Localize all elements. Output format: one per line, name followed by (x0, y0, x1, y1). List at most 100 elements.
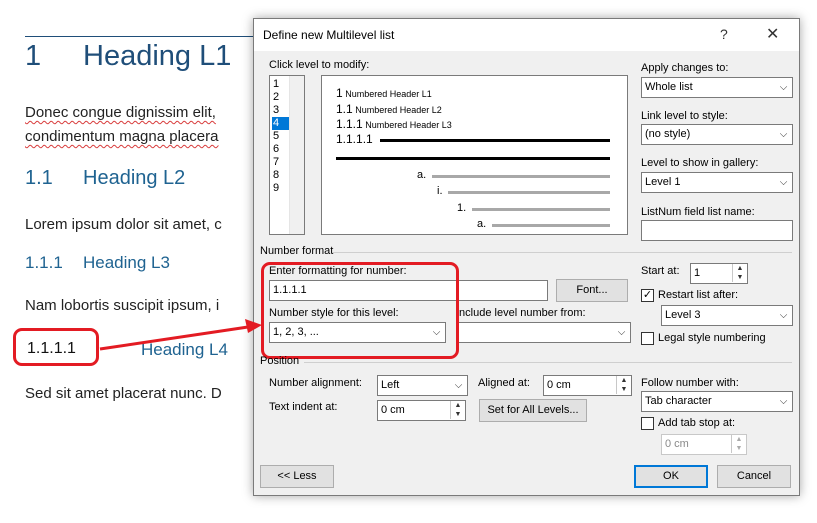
heading-rule (25, 36, 265, 37)
heading-l2-number: 1.1 (25, 167, 53, 189)
preview-line-i1 (448, 191, 610, 194)
click-level-label: Click level to modify: (269, 59, 370, 71)
add-tab-stop-checkbox[interactable] (641, 417, 654, 430)
preview-sub-i2: i. (497, 234, 503, 235)
level-item-5[interactable]: 5 (273, 130, 279, 143)
chevron-down-icon: ⌵ (779, 129, 788, 140)
level-item-2[interactable]: 2 (273, 91, 279, 104)
preview-l3: 1.1.1 Numbered Header L3 (336, 117, 452, 131)
text-indent-label: Text indent at: (269, 401, 338, 413)
help-icon[interactable]: ? (720, 26, 728, 42)
set-for-all-levels-button[interactable]: Set for All Levels... (479, 399, 587, 422)
heading-l3: 1.1.1 Heading L3 (25, 253, 170, 273)
apply-changes-label: Apply changes to: (641, 62, 729, 74)
number-format-section-label: Number format (260, 245, 334, 257)
chevron-down-icon: ⌵ (779, 82, 788, 93)
preview-l1: 1 Numbered Header L1 (336, 86, 432, 100)
preview-l5-line (336, 157, 610, 160)
paragraph-4: Sed sit amet placerat nunc. D (25, 385, 222, 402)
level-gallery-label: Level to show in gallery: (641, 157, 759, 169)
apply-changes-select[interactable]: Whole list ⌵ (641, 77, 793, 98)
level-item-3[interactable]: 3 (273, 104, 279, 117)
text-indent-spinner[interactable]: 0 cm ▲ ▼ (377, 400, 466, 421)
number-alignment-value: Left (381, 379, 400, 391)
link-level-select[interactable]: (no style) ⌵ (641, 124, 793, 145)
restart-list-select[interactable]: Level 3 ⌵ (661, 305, 793, 326)
restart-list-checkbox[interactable]: ✓ (641, 289, 654, 302)
preview-l2: 1.1 Numbered Header L2 (336, 102, 442, 116)
include-level-select[interactable]: ⌵ (456, 322, 631, 343)
chevron-down-icon: ⌵ (454, 380, 463, 391)
add-tab-stop-spinner[interactable]: 0 cm ▲ ▼ (661, 434, 747, 455)
chevron-down-icon: ⌵ (779, 396, 788, 407)
preview-sub-a1: a. (417, 169, 427, 181)
preview-l4-line (380, 139, 610, 142)
close-icon[interactable]: ✕ (766, 24, 779, 44)
define-multilevel-list-dialog: Define new Multilevel list ? ✕ Click lev… (253, 18, 800, 496)
heading-l1-text: Heading L1 (83, 40, 232, 72)
preview-sub-a2: a. (477, 218, 487, 230)
start-at-label: Start at: (641, 265, 680, 277)
chevron-down-icon: ⌵ (779, 310, 788, 321)
paragraph-1-line-1: Donec congue dignissim elit, (25, 104, 216, 121)
spinner-arrows-icon[interactable]: ▲ ▼ (616, 376, 631, 395)
start-at-spinner[interactable]: 1 ▲ ▼ (690, 263, 748, 284)
listnum-input[interactable] (641, 220, 793, 241)
heading-l1-number: 1 (25, 40, 42, 72)
heading-l4-number: 1.1.1.1 (27, 340, 76, 357)
heading-l2: 1.1 Heading L2 (25, 167, 185, 190)
aligned-at-spinner[interactable]: 0 cm ▲ ▼ (543, 375, 632, 396)
aligned-at-value: 0 cm (547, 379, 571, 391)
heading-l2-text: Heading L2 (83, 167, 186, 189)
level-item-1[interactable]: 1 (273, 78, 279, 91)
legal-style-label: Legal style numbering (658, 332, 766, 344)
number-alignment-select[interactable]: Left ⌵ (377, 375, 468, 396)
level-item-9[interactable]: 9 (273, 182, 279, 195)
legal-style-checkbox[interactable] (641, 332, 654, 345)
preview-line-n1 (472, 208, 610, 211)
listnum-label: ListNum field list name: (641, 206, 755, 218)
add-tab-stop-value: 0 cm (665, 438, 689, 450)
level-item-4-selected[interactable]: 4 (272, 117, 290, 130)
level-item-7[interactable]: 7 (273, 156, 279, 169)
preview-l4-number: 1.1.1.1 (336, 132, 373, 146)
font-button[interactable]: Font... (556, 279, 628, 302)
level-listbox-scrollbar[interactable] (289, 76, 304, 234)
number-alignment-label: Number alignment: (269, 377, 362, 389)
heading-l1: 1 Heading L1 (25, 40, 231, 73)
preview-sub-n1: 1. (457, 202, 467, 214)
apply-changes-value: Whole list (645, 81, 693, 93)
dialog-title: Define new Multilevel list (263, 28, 395, 42)
spinner-arrows-icon[interactable]: ▲ ▼ (731, 435, 746, 454)
follow-number-select[interactable]: Tab character ⌵ (641, 391, 793, 412)
level-item-6[interactable]: 6 (273, 143, 279, 156)
level-gallery-value: Level 1 (645, 176, 681, 188)
preview-line-a2 (492, 224, 610, 227)
level-listbox[interactable]: 1 2 3 4 5 6 7 8 9 (269, 75, 305, 235)
spinner-arrows-icon[interactable]: ▲ ▼ (732, 264, 747, 283)
list-preview: 1 Numbered Header L1 1.1 Numbered Header… (321, 75, 628, 235)
spinner-arrows-icon[interactable]: ▲ ▼ (450, 401, 465, 420)
follow-number-label: Follow number with: (641, 377, 739, 389)
paragraph-3: Nam lobortis suscipit ipsum, i (25, 297, 220, 314)
text-indent-value: 0 cm (381, 404, 405, 416)
heading-l3-text: Heading L3 (83, 253, 170, 272)
preview-line-a1 (432, 175, 610, 178)
position-divider (304, 362, 792, 363)
start-at-value: 1 (694, 267, 701, 279)
heading-l4-text: Heading L4 (141, 340, 228, 359)
level-gallery-select[interactable]: Level 1 ⌵ (641, 172, 793, 193)
position-section-label: Position (260, 355, 300, 367)
highlight-box-dialog (261, 262, 459, 359)
cancel-button[interactable]: Cancel (717, 465, 791, 488)
paragraph-1-line-2: condimentum magna placera (25, 128, 219, 145)
add-tab-stop-label: Add tab stop at: (658, 417, 736, 429)
paragraph-2: Lorem ipsum dolor sit amet, c (25, 216, 222, 233)
number-format-divider (332, 252, 792, 253)
less-button[interactable]: << Less (260, 465, 334, 488)
link-level-value: (no style) (645, 128, 691, 140)
preview-sub-i1: i. (437, 185, 443, 197)
dialog-titlebar[interactable]: Define new Multilevel list ? ✕ (254, 19, 799, 51)
level-item-8[interactable]: 8 (273, 169, 279, 182)
ok-button[interactable]: OK (634, 465, 708, 488)
